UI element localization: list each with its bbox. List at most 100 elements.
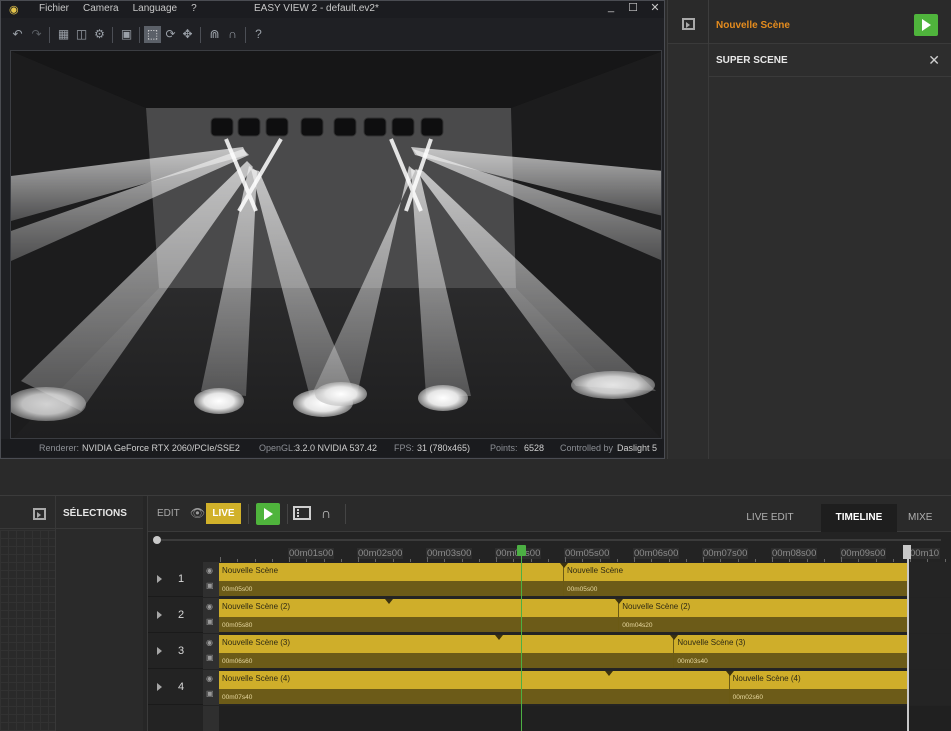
scene-play-button[interactable]: [914, 14, 938, 36]
track-lane[interactable]: [219, 706, 951, 731]
points-value: 6528: [524, 443, 545, 453]
tab-live-edit[interactable]: LIVE EDIT: [738, 504, 802, 532]
scene-clip[interactable]: Nouvelle Scène 00m05s00: [219, 563, 564, 596]
divider: [708, 44, 709, 459]
clip-marker[interactable]: [605, 671, 614, 676]
clip-duration-bar: [219, 617, 619, 632]
3d-stage-viewport[interactable]: [10, 50, 662, 439]
arch-icon[interactable]: ∩: [224, 26, 241, 43]
timeline-track: 3 ◉ ▣ Nouvelle Scène (3) 00m06s60 Nouvelle Sc…: [148, 634, 951, 669]
timeline-play-button[interactable]: [256, 503, 280, 525]
film-icon[interactable]: [293, 506, 311, 520]
title-bar: ◉ Fichier Camera Language ? EASY VIEW 2 …: [1, 1, 664, 18]
timeline-scrollbar[interactable]: [148, 533, 951, 545]
arch-icon[interactable]: ∩: [321, 505, 338, 521]
live-mode-button[interactable]: LIVE: [206, 503, 241, 524]
clip-marker[interactable]: [384, 599, 393, 604]
panel-toggle-icon[interactable]: [682, 18, 695, 30]
clip-name: Nouvelle Scène (2): [222, 602, 291, 611]
track-lane[interactable]: Nouvelle Scène (2) 00m05s80 Nouvelle Scène…: [219, 598, 951, 633]
playhead[interactable]: [521, 545, 522, 731]
scroll-handle[interactable]: [153, 536, 161, 544]
end-marker[interactable]: [907, 545, 909, 731]
minimize-button[interactable]: _: [606, 1, 616, 14]
close-icon[interactable]: ✕: [928, 52, 940, 69]
menu-camera[interactable]: Camera: [83, 3, 119, 14]
scene-clip[interactable]: Nouvelle Scène (2) 00m04s20: [619, 599, 909, 632]
controlled-label: Controlled by: [560, 443, 614, 453]
lock-icon[interactable]: ▣: [206, 617, 214, 626]
eye-icon[interactable]: 👁: [190, 506, 205, 520]
undo-icon[interactable]: ↶: [9, 26, 26, 43]
scroll-track: [161, 539, 941, 541]
panel-toggle-icon[interactable]: [33, 508, 46, 520]
end-marker-handle[interactable]: [903, 545, 911, 559]
clip-name: Nouvelle Scène (4): [222, 674, 291, 683]
fixture-icon[interactable]: ⋒: [206, 26, 223, 43]
selections-grid[interactable]: [0, 530, 55, 731]
rotate-icon[interactable]: ⟳: [162, 26, 179, 43]
tab-mixer[interactable]: MIXE: [908, 504, 951, 532]
controlled-value: Daslight 5: [617, 443, 658, 453]
expand-icon[interactable]: [157, 575, 162, 583]
track-controls: [203, 706, 219, 731]
scene-clip[interactable]: Nouvelle Scène (4) 00m02s60: [729, 671, 909, 704]
track-lane[interactable]: Nouvelle Scène (4) 00m07s40 Nouvelle Scène…: [219, 670, 951, 705]
panel-icon[interactable]: ◫: [73, 26, 90, 43]
select-tool-icon[interactable]: ⬚: [144, 26, 161, 43]
clip-marker[interactable]: [495, 635, 503, 640]
tab-timeline[interactable]: TIMELINE: [821, 504, 897, 532]
close-button[interactable]: ✕: [650, 1, 660, 14]
expand-icon[interactable]: [157, 647, 162, 655]
redo-icon[interactable]: ↷: [28, 26, 45, 43]
clip-name: Nouvelle Scène: [567, 566, 624, 575]
eye-icon[interactable]: ◉: [206, 638, 213, 647]
clip-split-marker[interactable]: [725, 671, 734, 676]
help-icon[interactable]: ?: [250, 26, 267, 43]
gear-icon[interactable]: ⚙: [91, 26, 108, 43]
menu-help[interactable]: ?: [191, 3, 197, 14]
lock-icon[interactable]: ▣: [206, 653, 214, 662]
scene-clip[interactable]: Nouvelle Scène 00m05s00: [564, 563, 909, 596]
track-lane[interactable]: Nouvelle Scène 00m05s00 Nouvelle Scène 00m0…: [219, 562, 951, 597]
track-lane[interactable]: Nouvelle Scène (3) 00m06s60 Nouvelle Scène…: [219, 634, 951, 669]
toolbar-separator: [139, 27, 140, 43]
clip-name: Nouvelle Scène (3): [222, 638, 291, 647]
maximize-button[interactable]: ☐: [628, 1, 638, 14]
timeline-panel: EDIT 👁 LIVE ∩ LIVE EDIT TIMELINE MIXE 00…: [147, 496, 951, 731]
track-controls: ◉ ▣: [203, 670, 219, 705]
clip-split-marker[interactable]: [615, 599, 624, 604]
time-ruler[interactable]: 00m01s0000m02s0000m03s0000m04s0000m05s00…: [148, 545, 951, 562]
opengl-label: OpenGL:: [259, 443, 296, 453]
scene-clip[interactable]: Nouvelle Scène (3) 00m06s60: [219, 635, 675, 668]
toolbar-separator: [345, 504, 346, 524]
easy-view-window: ◉ Fichier Camera Language ? EASY VIEW 2 …: [0, 0, 665, 459]
lock-icon[interactable]: ▣: [206, 689, 214, 698]
eye-icon[interactable]: ◉: [206, 674, 213, 683]
super-scene-row[interactable]: SUPER SCENE ✕: [708, 45, 951, 77]
image-icon[interactable]: ▣: [118, 26, 135, 43]
track-number: 1: [178, 573, 185, 585]
lock-icon[interactable]: ▣: [206, 581, 214, 590]
clip-duration: 00m03s40: [677, 658, 708, 665]
eye-icon[interactable]: ◉: [206, 566, 213, 575]
move-icon[interactable]: ✥: [179, 26, 196, 43]
clip-split-marker[interactable]: [670, 635, 679, 640]
scene-clip[interactable]: Nouvelle Scène (2) 00m05s80: [219, 599, 620, 632]
menu-language[interactable]: Language: [133, 3, 178, 14]
layout-icon[interactable]: ▦: [55, 26, 72, 43]
expand-icon[interactable]: [157, 683, 162, 691]
clip-split-marker[interactable]: [560, 563, 568, 568]
playhead-handle[interactable]: [517, 545, 526, 556]
super-scene-label: SUPER SCENE: [716, 55, 788, 66]
menu-fichier[interactable]: Fichier: [39, 3, 69, 14]
scene-clip[interactable]: Nouvelle Scène (3) 00m03s40: [674, 635, 909, 668]
selections-panel: SÉLECTIONS: [0, 496, 143, 731]
scene-clip[interactable]: Nouvelle Scène (4) 00m07s40: [219, 671, 730, 704]
eye-icon[interactable]: ◉: [206, 602, 213, 611]
track-number: 3: [178, 645, 185, 657]
expand-icon[interactable]: [157, 611, 162, 619]
ruler-tick-label: 00m01s00: [288, 548, 335, 559]
edit-mode-button[interactable]: EDIT: [157, 508, 180, 519]
scene-name[interactable]: Nouvelle Scène: [716, 20, 790, 31]
